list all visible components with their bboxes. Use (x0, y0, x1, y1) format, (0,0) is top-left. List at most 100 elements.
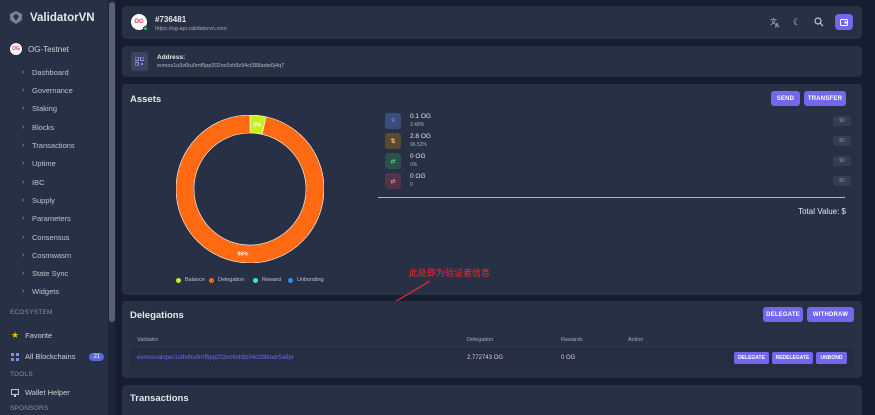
assets-title: Assets (130, 94, 162, 105)
sidebar-item-label: Supply (32, 196, 55, 205)
asset-percent: 3.48% (410, 122, 425, 128)
asset-row-delegation: ⇅ 2.8 OG 96.52% $0 (385, 132, 851, 150)
asset-amount: 0.1 OG (410, 113, 431, 120)
assets-card: Assets SEND TRANSFER 3% 96% Balance Deleg… (122, 84, 862, 295)
withdraw-button[interactable]: WITHDRAW (807, 307, 854, 322)
send-button[interactable]: SEND (771, 91, 800, 106)
scrollbar-thumb[interactable] (109, 2, 115, 322)
legend-label: Reward (262, 277, 281, 283)
account-title: #736481 (155, 15, 187, 24)
chain-count-badge: 21 (89, 352, 105, 361)
monitor-icon (11, 388, 19, 397)
sidebar-item-label: Widgets (32, 287, 60, 296)
chain-name: OG-Testnet (28, 44, 69, 54)
sidebar-scrollbar[interactable] (108, 0, 116, 415)
sidebar-item-governance[interactable]: › Governance (22, 86, 73, 95)
legend-swatch (209, 277, 214, 283)
asset-row-reward: ⇄ 0 OG 0% $0 (385, 152, 851, 170)
chevron-right-icon: › (22, 87, 25, 94)
sidebar-item-label: Transactions (32, 141, 75, 150)
sidebar-item-cosmwasm[interactable]: › Cosmwasm (22, 251, 71, 260)
brand-name: ValidatorVN (30, 11, 95, 24)
chevron-right-icon: › (22, 288, 25, 295)
asset-amount: 0 OG (410, 153, 426, 160)
favorite-link[interactable]: ★ Favorite (11, 330, 52, 341)
legend-swatch (253, 277, 258, 283)
section-title-sponsors: SPONSORS (10, 405, 49, 412)
section-title-ecosystem: ECOSYSTEM (10, 309, 53, 316)
address-label: Address: (157, 54, 186, 61)
sidebar-item-parameters[interactable]: › Parameters (22, 214, 71, 223)
transactions-title: Transactions (130, 393, 189, 404)
chevron-right-icon: › (22, 179, 25, 186)
sidebar-item-label: Consensus (32, 233, 70, 242)
sidebar-item-consensus[interactable]: › Consensus (22, 233, 70, 242)
sidebar-item-supply[interactable]: › Supply (22, 196, 55, 205)
sidebar-item-dashboard[interactable]: › Dashboard (22, 68, 69, 77)
account-header: OG #736481 https://og-api.validatorvn.co… (122, 6, 862, 39)
sidebar: ValidatorVN OG OG-Testnet › Dashboard › Go… (0, 0, 108, 415)
row-delegate-button[interactable]: DELEGATE (734, 352, 769, 364)
chevron-right-icon: › (22, 69, 25, 76)
chevron-right-icon: › (22, 215, 25, 222)
column-header-rewards: Rewards (561, 337, 583, 343)
row-redelegate-button[interactable]: REDELEGATE (772, 352, 813, 364)
asset-percent: 0% (410, 162, 418, 168)
asset-percent: 0 (410, 182, 413, 188)
column-header-action: Action (628, 337, 644, 343)
asset-usd-value: $0 (833, 136, 851, 146)
all-blockchains-label: All Blockchains (25, 352, 76, 361)
chevron-right-icon: › (22, 252, 25, 259)
sidebar-item-label: Cosmwasm (32, 251, 72, 260)
sidebar-item-label: Governance (32, 86, 73, 95)
column-header-delegation: Delegation (467, 337, 494, 343)
favorite-label: Favorite (25, 331, 53, 340)
chain-selector[interactable]: OG OG-Testnet (10, 43, 69, 55)
sidebar-item-staking[interactable]: › Staking (22, 104, 57, 113)
sidebar-item-state-sync[interactable]: › State Sync (22, 269, 68, 278)
delegation-icon: ⇅ (385, 133, 401, 149)
balance-icon: ≡ (385, 113, 401, 129)
rewards-amount: 0 OG (561, 355, 576, 361)
legend-item-delegation: Delegation (209, 277, 244, 283)
search-icon[interactable] (813, 16, 825, 28)
legend-item-balance: Balance (176, 277, 205, 283)
asset-donut-chart: 3% 96% (176, 115, 324, 263)
sidebar-item-label: Parameters (32, 214, 71, 223)
grid-icon (11, 352, 19, 361)
sidebar-item-ibc[interactable]: › IBC (22, 178, 45, 187)
all-blockchains-link[interactable]: All Blockchains 21 (11, 352, 105, 361)
dark-mode-icon[interactable]: ☾ (791, 16, 803, 28)
brand[interactable]: ValidatorVN (10, 11, 95, 24)
row-unbond-button[interactable]: UNBOND (816, 352, 847, 364)
validator-address-link[interactable]: evmosvaloper1u9v6tu0rnf5pp202nc6xh8z94ct… (137, 355, 294, 361)
sidebar-item-uptime[interactable]: › Uptime (22, 159, 56, 168)
transactions-card: Transactions (122, 385, 862, 415)
chevron-right-icon: › (22, 197, 25, 204)
annotation-text: 此处即为验证者信息 (409, 269, 491, 279)
sidebar-item-transactions[interactable]: › Transactions (22, 141, 75, 150)
legend-label: Unbonding (297, 277, 324, 283)
sidebar-item-label: Uptime (32, 159, 56, 168)
qr-code-icon[interactable] (131, 52, 148, 71)
delegate-button[interactable]: DELEGATE (763, 307, 803, 322)
assets-divider (378, 197, 845, 198)
reward-icon: ⇄ (385, 153, 401, 169)
wallet-helper-link[interactable]: Wallet Helper (11, 388, 70, 397)
donut-slice-delegation[interactable] (176, 115, 324, 263)
sidebar-item-blocks[interactable]: › Blocks (22, 123, 54, 132)
chevron-right-icon: › (22, 234, 25, 241)
total-value: Total Value: $ (798, 207, 846, 216)
column-header-validator: Validator (137, 337, 159, 343)
chevron-right-icon: › (22, 160, 25, 167)
transfer-button[interactable]: TRANSFER (804, 91, 846, 106)
sidebar-item-widgets[interactable]: › Widgets (22, 287, 59, 296)
legend-item-reward: Reward (253, 277, 281, 283)
online-status-dot (143, 26, 148, 31)
chevron-right-icon: › (22, 105, 25, 112)
unbonding-icon: ⇄ (385, 173, 401, 189)
translate-icon[interactable]: 文A (769, 16, 781, 28)
wallet-button[interactable] (835, 14, 853, 30)
wallet-icon (840, 19, 848, 26)
asset-percent: 96.52% (410, 142, 427, 148)
